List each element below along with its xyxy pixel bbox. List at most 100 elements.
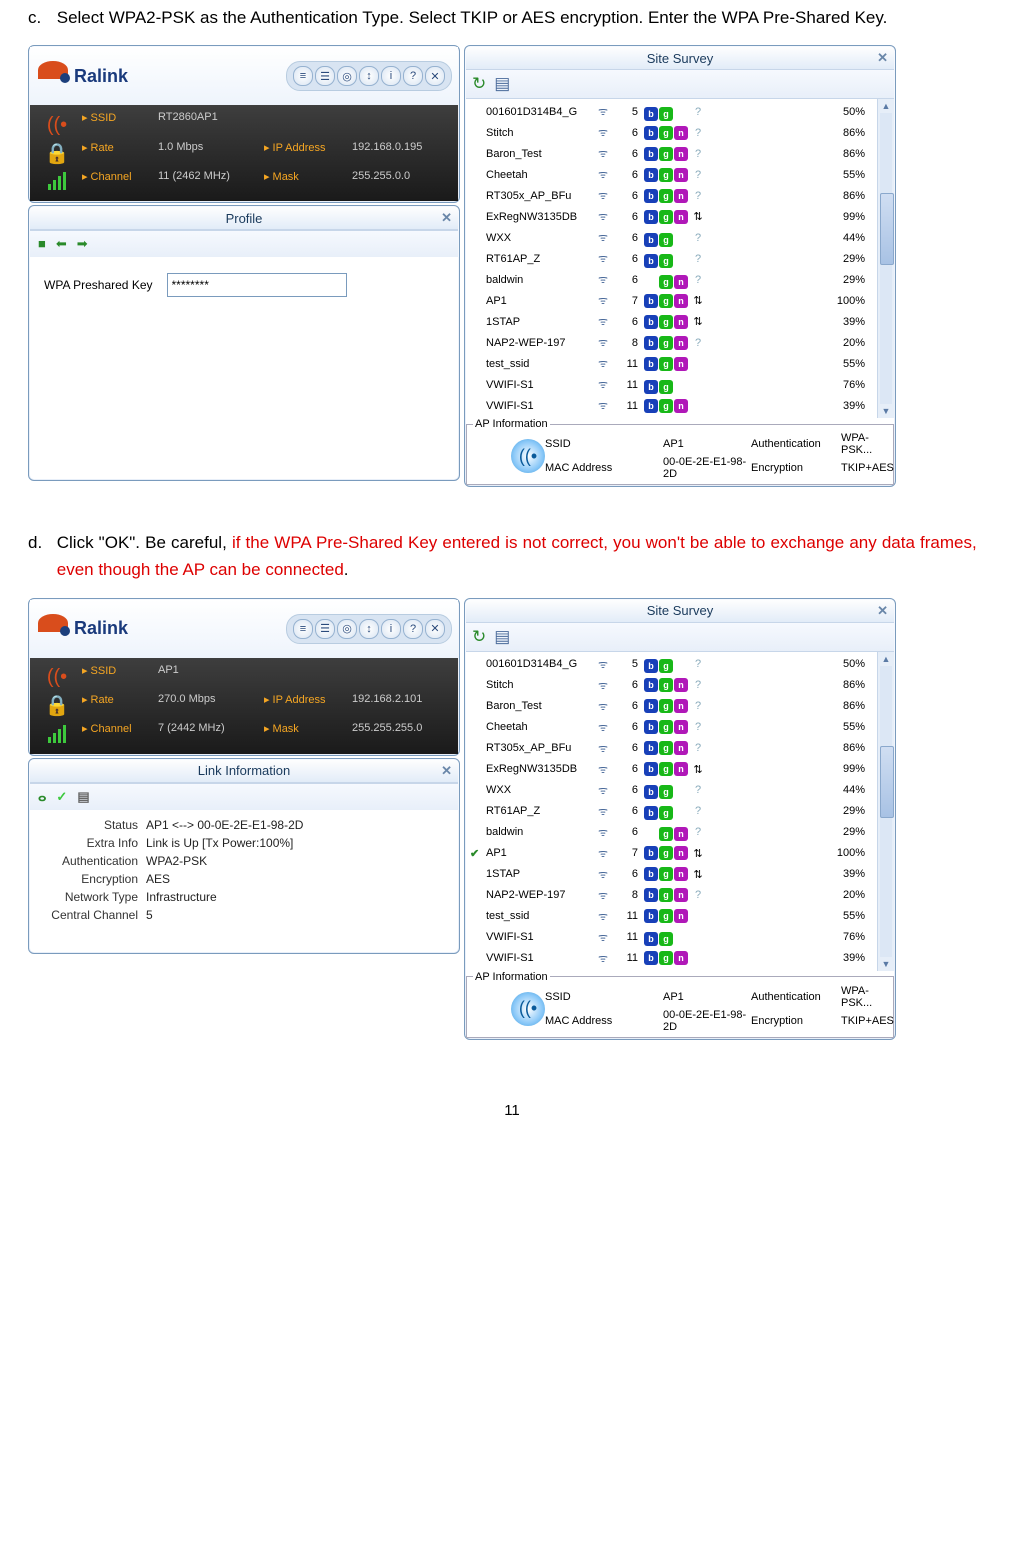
signal-percent: 55% bbox=[707, 358, 873, 370]
survey-row[interactable]: baldwinᯤ6gn?29% bbox=[466, 822, 877, 843]
site-survey-title: Site Survey bbox=[647, 51, 713, 66]
close-icon[interactable]: ✕ bbox=[877, 50, 888, 66]
link-info-window: Link Information✕ ⴰ ✓ ▤ StatusAP1 <--> 0… bbox=[28, 758, 460, 954]
pill-icon-1[interactable]: ≡ bbox=[293, 619, 313, 639]
scroll-thumb[interactable] bbox=[880, 746, 894, 818]
pill-icon-close[interactable]: ✕ bbox=[425, 619, 445, 639]
mode-badges: bg bbox=[644, 103, 689, 121]
survey-row[interactable]: Cheetahᯤ6bgn?55% bbox=[466, 717, 877, 738]
scroll-up-icon[interactable]: ▲ bbox=[882, 101, 891, 111]
signal-percent: 55% bbox=[707, 169, 873, 181]
scroll-thumb[interactable] bbox=[880, 193, 894, 265]
status-value: AP1 <--> 00-0E-2E-E1-98-2D bbox=[146, 818, 450, 832]
survey-row[interactable]: Baron_Testᯤ6bgn?86% bbox=[466, 696, 877, 717]
ap-name: baldwin bbox=[486, 826, 598, 838]
survey-row[interactable]: VWIFI-S1ᯤ11bgn39% bbox=[466, 948, 877, 969]
list-mode-icon[interactable]: ▤ bbox=[494, 627, 510, 647]
pill-icon-info[interactable]: i bbox=[381, 66, 401, 86]
survey-row[interactable]: RT305x_AP_BFuᯤ6bgn?86% bbox=[466, 185, 877, 206]
survey-row[interactable]: 001601D314B4_Gᯤ5bg?50% bbox=[466, 654, 877, 675]
survey-list[interactable]: 001601D314B4_Gᯤ5bg?50%Stitchᯤ6bgn?86%Bar… bbox=[466, 99, 877, 418]
signal-percent: 55% bbox=[707, 721, 873, 733]
scroll-down-icon[interactable]: ▼ bbox=[882, 406, 891, 416]
scroll-up-icon[interactable]: ▲ bbox=[882, 654, 891, 664]
survey-row[interactable]: 001601D314B4_Gᯤ5bg?50% bbox=[466, 101, 877, 122]
signal-percent: 76% bbox=[707, 931, 873, 943]
survey-row[interactable]: 1STAPᯤ6bgn⇅39% bbox=[466, 864, 877, 885]
security-icon: ⇅ bbox=[689, 294, 707, 307]
pill-icon-1[interactable]: ≡ bbox=[293, 66, 313, 86]
pill-icon-2[interactable]: ☰ bbox=[315, 66, 335, 86]
ap-type-icon: ᯤ bbox=[598, 825, 616, 840]
psk-input[interactable] bbox=[167, 273, 347, 297]
survey-row[interactable]: NAP2-WEP-197ᯤ8bgn?20% bbox=[466, 332, 877, 353]
signal-percent: 100% bbox=[707, 847, 873, 859]
ap-type-icon: ᯤ bbox=[598, 930, 616, 945]
signal-percent: 44% bbox=[707, 232, 873, 244]
cc-value: 5 bbox=[146, 908, 450, 922]
refresh-icon[interactable]: ↻ bbox=[472, 74, 486, 94]
survey-row[interactable]: RT305x_AP_BFuᯤ6bgn?86% bbox=[466, 738, 877, 759]
survey-row[interactable]: WXXᯤ6bg?44% bbox=[466, 227, 877, 248]
survey-row[interactable]: ExRegNW3135DBᯤ6bgn⇅99% bbox=[466, 759, 877, 780]
ralink-main-window: Ralink ≡ ☰ ◎ ↕ i ? ✕ ((• 🔒 bbox=[28, 45, 460, 203]
survey-row[interactable]: Baron_Testᯤ6bgn?86% bbox=[466, 143, 877, 164]
ap-enc-value: TKIP+AES bbox=[841, 462, 887, 474]
survey-row[interactable]: AP1ᯤ7bgn⇅100% bbox=[466, 290, 877, 311]
survey-row[interactable]: WXXᯤ6bg?44% bbox=[466, 780, 877, 801]
pill-icon-info[interactable]: i bbox=[381, 619, 401, 639]
survey-row[interactable]: NAP2-WEP-197ᯤ8bgn?20% bbox=[466, 885, 877, 906]
pill-icon-3[interactable]: ◎ bbox=[337, 66, 357, 86]
survey-row[interactable]: 1STAPᯤ6bgn⇅39% bbox=[466, 311, 877, 332]
survey-row[interactable]: test_ssidᯤ11bgn55% bbox=[466, 353, 877, 374]
ap-type-icon: ᯤ bbox=[598, 377, 616, 392]
survey-row[interactable]: ✔AP1ᯤ7bgn⇅100% bbox=[466, 843, 877, 864]
ralink-swoosh-icon bbox=[36, 61, 70, 91]
nav-next-icon[interactable]: ➡ bbox=[77, 236, 88, 252]
survey-row[interactable]: Stitchᯤ6bgn?86% bbox=[466, 122, 877, 143]
pill-icon-2[interactable]: ☰ bbox=[315, 619, 335, 639]
scroll-down-icon[interactable]: ▼ bbox=[882, 959, 891, 969]
psk-label: WPA Preshared Key bbox=[44, 278, 153, 292]
mode-badges: bgn bbox=[644, 678, 689, 692]
link-wave-icon[interactable]: ✓ bbox=[56, 789, 67, 805]
wifi-signal-icon: ((• bbox=[36, 664, 78, 692]
signal-bars-icon bbox=[36, 167, 78, 195]
ap-mac-value: 00-0E-2E-E1-98-2D bbox=[663, 456, 751, 480]
pill-icon-4[interactable]: ↕ bbox=[359, 66, 379, 86]
close-icon[interactable]: ✕ bbox=[441, 210, 452, 226]
ap-channel: 11 bbox=[616, 358, 638, 370]
pill-icon-help[interactable]: ? bbox=[403, 619, 423, 639]
survey-row[interactable]: ExRegNW3135DBᯤ6bgn⇅99% bbox=[466, 206, 877, 227]
nav-stop-icon[interactable]: ■ bbox=[38, 236, 46, 252]
pill-icon-close[interactable]: ✕ bbox=[425, 66, 445, 86]
survey-row[interactable]: RT61AP_Zᯤ6bg?29% bbox=[466, 248, 877, 269]
survey-row[interactable]: test_ssidᯤ11bgn55% bbox=[466, 906, 877, 927]
mode-badges: bgn bbox=[644, 699, 689, 713]
close-icon[interactable]: ✕ bbox=[441, 763, 452, 779]
scrollbar: ▲▼ bbox=[877, 99, 894, 418]
toolbar-pill: ≡ ☰ ◎ ↕ i ? ✕ bbox=[286, 61, 452, 91]
signal-percent: 76% bbox=[707, 379, 873, 391]
survey-list[interactable]: 001601D314B4_Gᯤ5bg?50%Stitchᯤ6bgn?86%Bar… bbox=[466, 652, 877, 971]
survey-row[interactable]: RT61AP_Zᯤ6bg?29% bbox=[466, 801, 877, 822]
link-list-icon[interactable]: ▤ bbox=[77, 789, 89, 805]
survey-row[interactable]: VWIFI-S1ᯤ11bgn39% bbox=[466, 395, 877, 416]
link-signal-icon[interactable]: ⴰ bbox=[38, 789, 46, 805]
pill-icon-3[interactable]: ◎ bbox=[337, 619, 357, 639]
ap-type-icon: ᯤ bbox=[598, 846, 616, 861]
survey-row[interactable]: Cheetahᯤ6bgn?55% bbox=[466, 164, 877, 185]
security-icon: ? bbox=[689, 826, 707, 838]
pill-icon-4[interactable]: ↕ bbox=[359, 619, 379, 639]
nav-prev-icon[interactable]: ⬅ bbox=[56, 236, 67, 252]
survey-row[interactable]: Stitchᯤ6bgn?86% bbox=[466, 675, 877, 696]
survey-row[interactable]: baldwinᯤ6gn?29% bbox=[466, 269, 877, 290]
security-icon: ? bbox=[689, 784, 707, 796]
channel-label: ▸Channel bbox=[82, 170, 152, 195]
close-icon[interactable]: ✕ bbox=[877, 603, 888, 619]
pill-icon-help[interactable]: ? bbox=[403, 66, 423, 86]
survey-row[interactable]: VWIFI-S1ᯤ11bg76% bbox=[466, 927, 877, 948]
list-mode-icon[interactable]: ▤ bbox=[494, 74, 510, 94]
refresh-icon[interactable]: ↻ bbox=[472, 627, 486, 647]
survey-row[interactable]: VWIFI-S1ᯤ11bg76% bbox=[466, 374, 877, 395]
